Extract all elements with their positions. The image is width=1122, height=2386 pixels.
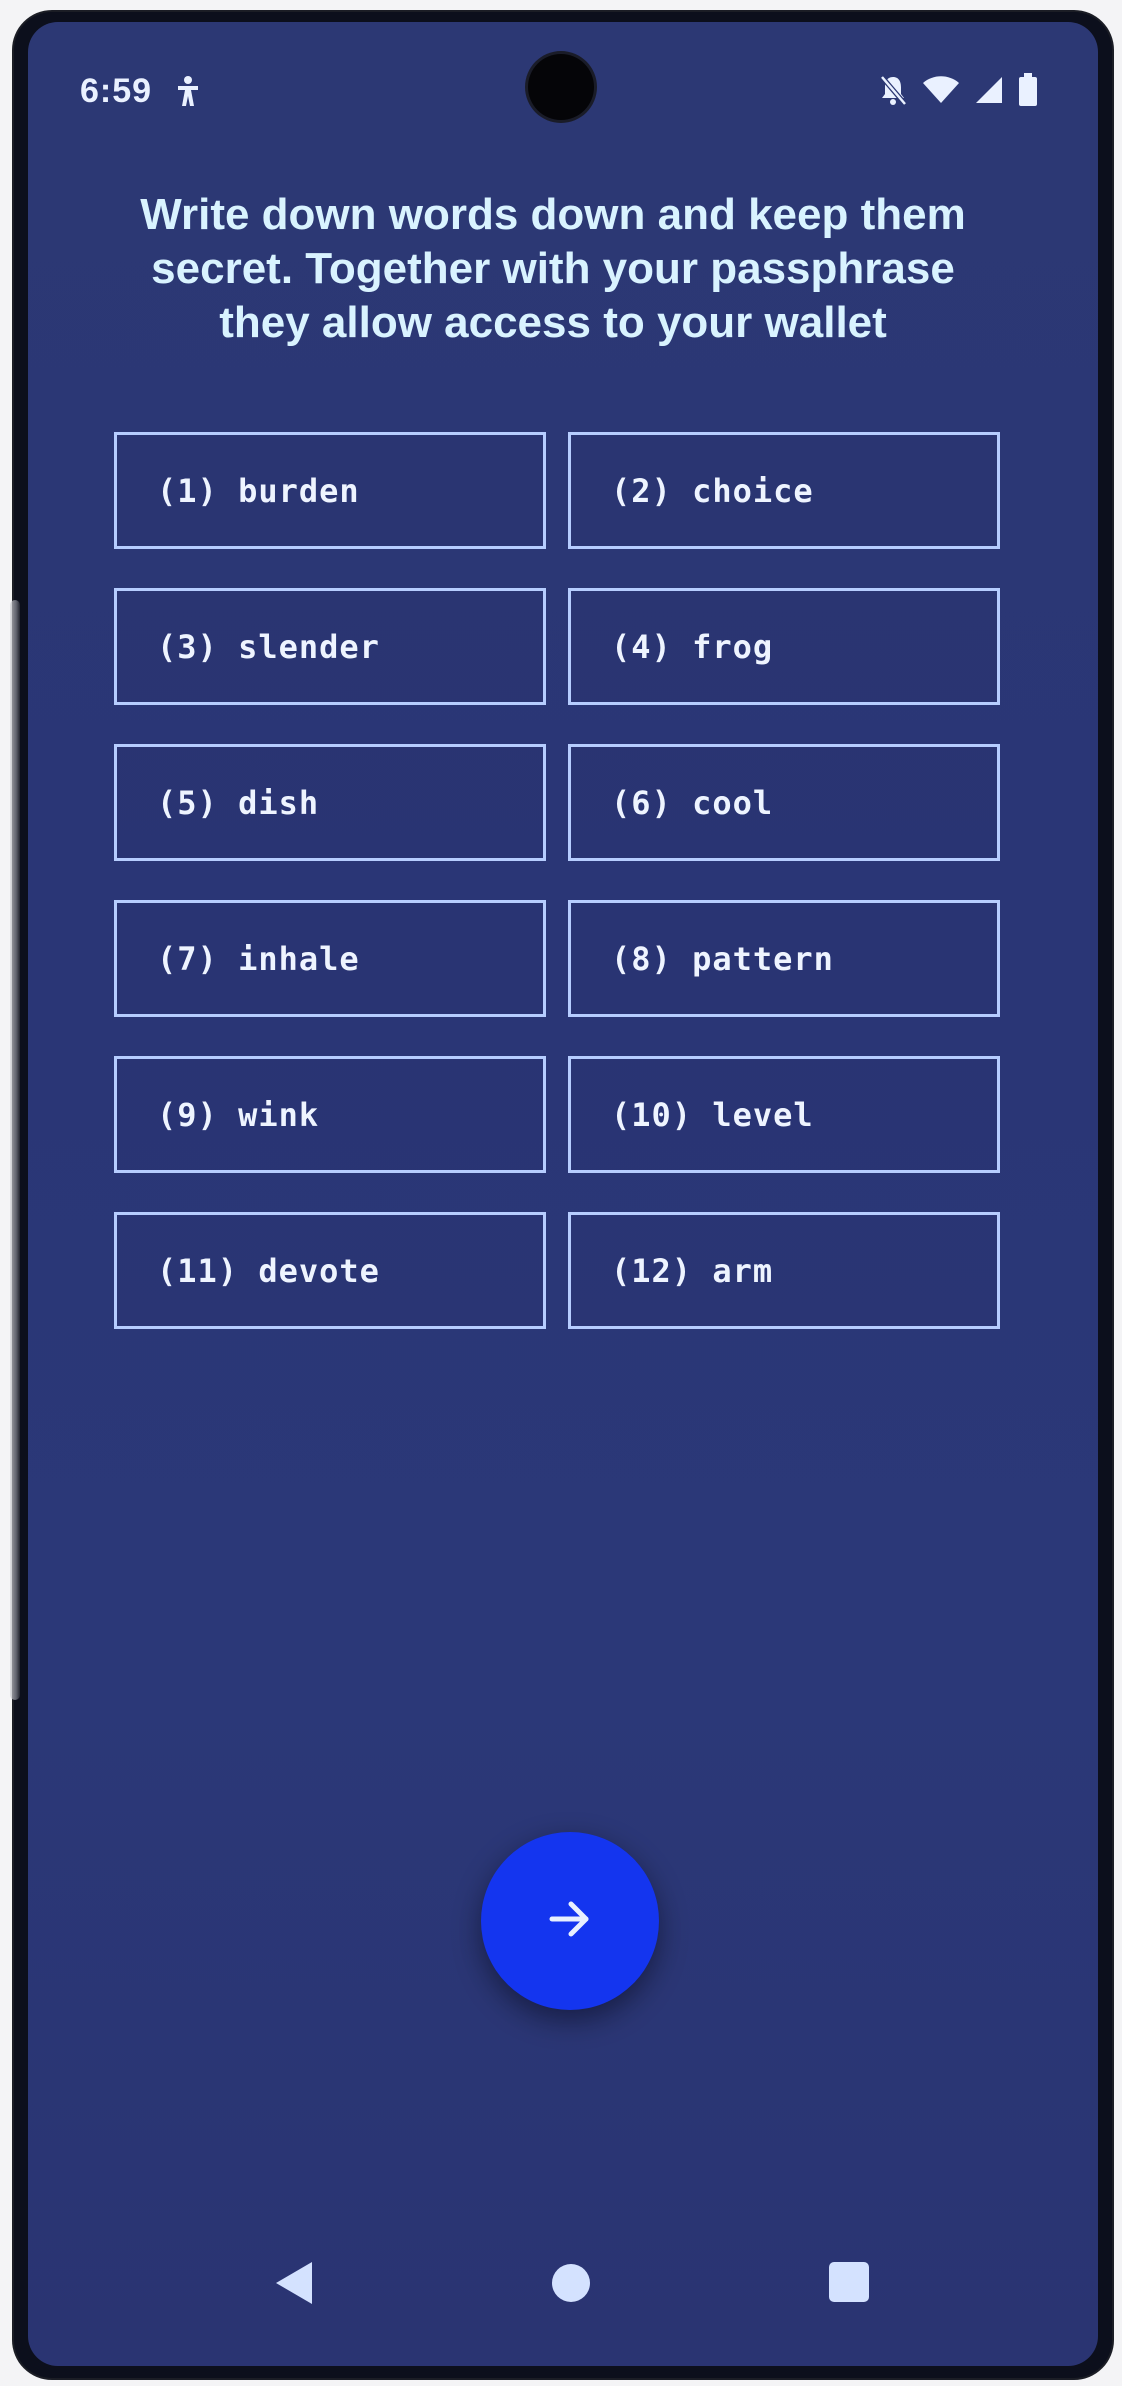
seed-word-1: (1) burden — [114, 432, 546, 549]
wifi-icon — [922, 75, 960, 105]
status-time: 6:59 — [80, 72, 153, 110]
seed-word-12: (12) arm — [568, 1212, 1000, 1329]
front-camera — [528, 54, 594, 120]
seed-word-grid: (1) burden (2) choice (3) slender (4) fr… — [114, 432, 1004, 1329]
seed-word-2: (2) choice — [568, 432, 1000, 549]
phone-edge-highlight — [10, 600, 20, 1700]
seed-word-11: (11) devote — [114, 1212, 546, 1329]
back-triangle-icon[interactable] — [274, 2260, 314, 2306]
arrow-right-icon — [544, 1893, 596, 1950]
signal-icon — [974, 75, 1004, 105]
status-icons — [878, 70, 1038, 110]
seed-word-5: (5) dish — [114, 744, 546, 861]
seed-word-7: (7) inhale — [114, 900, 546, 1017]
seed-word-6: (6) cool — [568, 744, 1000, 861]
seed-word-4: (4) frog — [568, 588, 1000, 705]
next-button[interactable] — [481, 1832, 659, 2010]
screen: 6:59 Write down words down and keep them… — [28, 22, 1098, 2366]
instruction-heading: Write down words down and keep them secr… — [140, 190, 966, 347]
accessibility-icon — [174, 74, 202, 108]
seed-word-3: (3) slender — [114, 588, 546, 705]
seed-word-8: (8) pattern — [568, 900, 1000, 1017]
battery-icon — [1018, 73, 1038, 107]
status-bar: 6:59 — [28, 22, 1098, 132]
seed-word-10: (10) level — [568, 1056, 1000, 1173]
home-circle-icon[interactable] — [552, 2264, 590, 2302]
navigation-bar — [28, 2216, 1098, 2366]
recents-square-icon[interactable] — [829, 2262, 869, 2302]
seed-word-9: (9) wink — [114, 1056, 546, 1173]
silent-bell-icon — [878, 74, 908, 106]
